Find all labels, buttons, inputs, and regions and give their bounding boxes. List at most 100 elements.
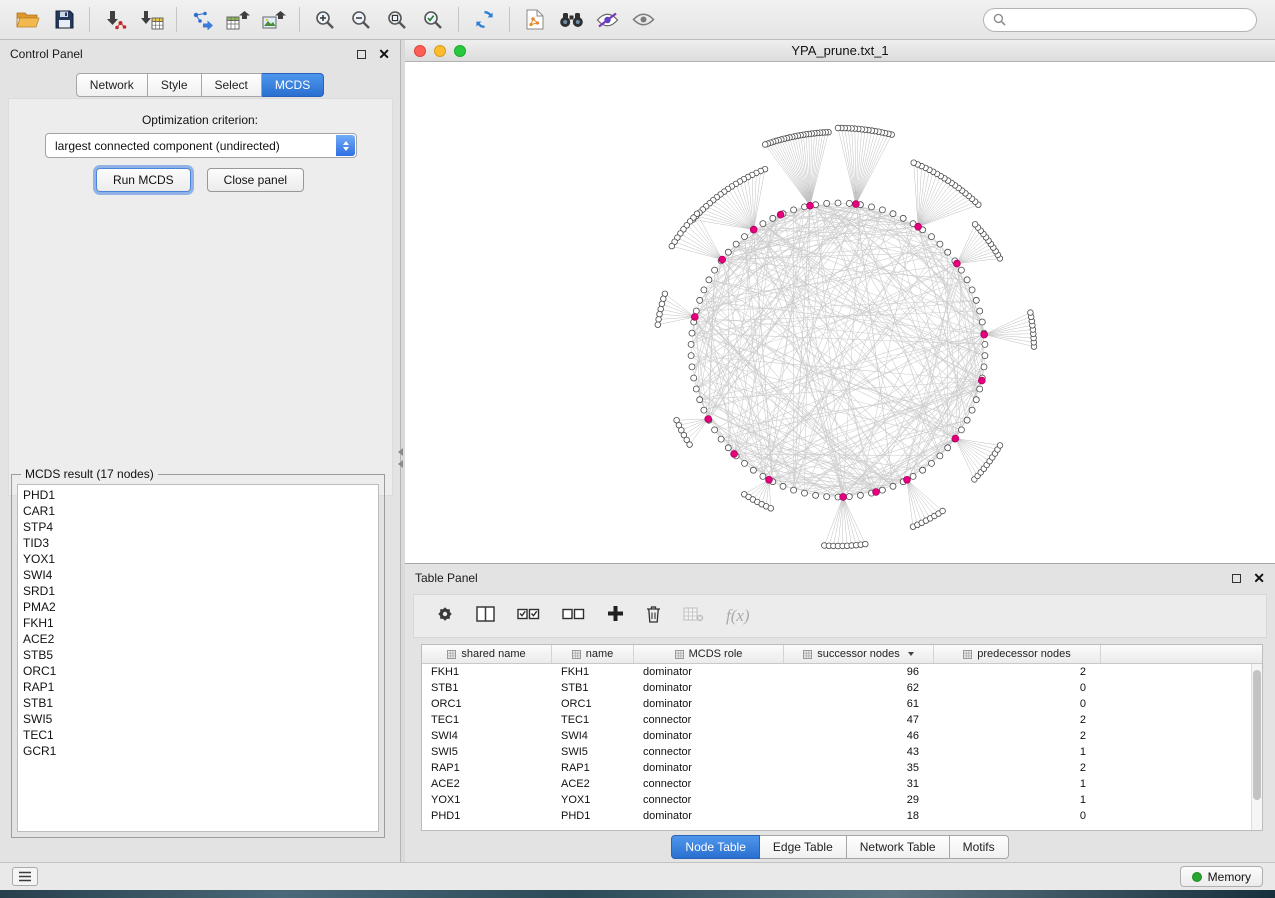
mcds-result-item[interactable]: TID3	[23, 535, 373, 551]
run-mcds-button[interactable]: Run MCDS	[96, 168, 191, 192]
deselect-all-button[interactable]	[562, 606, 585, 627]
mcds-result-item[interactable]: ORC1	[23, 663, 373, 679]
search-box[interactable]	[983, 8, 1257, 32]
export-table-button[interactable]	[220, 5, 256, 35]
save-button[interactable]	[46, 5, 82, 35]
mcds-result-item[interactable]: RAP1	[23, 679, 373, 695]
tab-network-table[interactable]: Network Table	[847, 835, 950, 859]
export-network-button[interactable]	[184, 5, 220, 35]
zoom-in-button[interactable]	[307, 5, 343, 35]
network-window-titlebar[interactable]: YPA_prune.txt_1	[405, 40, 1275, 62]
column-header-shared-name[interactable]: shared name	[422, 645, 552, 663]
table-row[interactable]: PHD1PHD1dominator180	[422, 808, 1262, 824]
mcds-result-item[interactable]: SWI4	[23, 567, 373, 583]
tab-style[interactable]: Style	[148, 73, 202, 97]
mcds-result-item[interactable]: TEC1	[23, 727, 373, 743]
table-cell: 46	[784, 730, 934, 742]
refresh-button[interactable]	[466, 5, 502, 35]
table-row[interactable]: STB1STB1dominator620	[422, 680, 1262, 696]
tab-motifs[interactable]: Motifs	[950, 835, 1009, 859]
column-header-MCDS-role[interactable]: MCDS role	[634, 645, 784, 663]
import-network-button[interactable]	[97, 5, 133, 35]
table-row[interactable]: SWI4SWI4dominator462	[422, 728, 1262, 744]
tab-network[interactable]: Network	[76, 73, 148, 97]
table-row[interactable]: TEC1TEC1connector472	[422, 712, 1262, 728]
share-document-button[interactable]	[517, 5, 553, 35]
tab-mcds[interactable]: MCDS	[262, 73, 324, 97]
scrollbar-thumb[interactable]	[1253, 670, 1261, 800]
mcds-result-item[interactable]: GCR1	[23, 743, 373, 759]
clear-table-button-disabled	[683, 606, 704, 627]
table-cell: connector	[634, 794, 784, 806]
gear-icon	[436, 605, 454, 623]
show-columns-button[interactable]	[476, 606, 495, 627]
search-input[interactable]	[1012, 13, 1247, 27]
table-settings-button[interactable]	[436, 605, 454, 628]
close-table-panel-icon[interactable]: ✕	[1253, 571, 1265, 585]
zoom-fit-button[interactable]	[379, 5, 415, 35]
mcds-result-item[interactable]: STB1	[23, 695, 373, 711]
table-cell: 35	[784, 762, 934, 774]
table-row[interactable]: RAP1RAP1dominator352	[422, 760, 1262, 776]
float-table-panel-icon[interactable]	[1232, 574, 1241, 583]
mcds-result-item[interactable]: STB5	[23, 647, 373, 663]
table-cell: 1	[934, 778, 1101, 790]
zoom-out-button[interactable]	[343, 5, 379, 35]
optimization-dropdown[interactable]: largest connected component (undirected)	[45, 133, 357, 158]
task-history-button[interactable]	[12, 867, 38, 886]
close-panel-button[interactable]: Close panel	[207, 168, 304, 192]
mcds-result-list[interactable]: PHD1CAR1STP4TID3YOX1SWI4SRD1PMA2FKH1ACE2…	[17, 484, 379, 832]
optimization-label: Optimization criterion:	[0, 113, 400, 127]
import-table-button[interactable]	[133, 5, 169, 35]
mcds-result-item[interactable]: PHD1	[23, 487, 373, 503]
search-network-button[interactable]	[553, 5, 589, 35]
export-image-icon	[262, 10, 287, 30]
table-cell: TEC1	[552, 714, 634, 726]
float-panel-icon[interactable]	[357, 50, 366, 59]
style-eye-icon	[596, 12, 619, 28]
table-cell: 2	[934, 762, 1101, 774]
sort-chevron-icon	[908, 652, 914, 656]
share-document-icon	[526, 9, 544, 30]
tab-edge-table[interactable]: Edge Table	[760, 835, 847, 859]
column-header-predecessor-nodes[interactable]: predecessor nodes	[934, 645, 1101, 663]
table-row[interactable]: YOX1YOX1connector291	[422, 792, 1262, 808]
export-image-button[interactable]	[256, 5, 292, 35]
mcds-result-item[interactable]: SRD1	[23, 583, 373, 599]
node-table: shared namenameMCDS rolesuccessor nodesp…	[421, 644, 1263, 831]
tab-select[interactable]: Select	[202, 73, 262, 97]
style-preview-button[interactable]	[589, 5, 625, 35]
table-cell: dominator	[634, 698, 784, 710]
close-panel-icon[interactable]: ✕	[378, 47, 390, 61]
table-row[interactable]: FKH1FKH1dominator962	[422, 664, 1262, 680]
function-builder-button-disabled: f(x)	[726, 606, 750, 626]
tab-node-table[interactable]: Node Table	[671, 835, 760, 859]
network-canvas[interactable]	[405, 62, 1273, 563]
mcds-result-item[interactable]: SWI5	[23, 711, 373, 727]
zoom-selected-button[interactable]	[415, 5, 451, 35]
mcds-result-item[interactable]: YOX1	[23, 551, 373, 567]
table-row[interactable]: SWI5SWI5connector431	[422, 744, 1262, 760]
table-cell: SWI4	[552, 730, 634, 742]
mcds-result-item[interactable]: STP4	[23, 519, 373, 535]
mcds-result-item[interactable]: PMA2	[23, 599, 373, 615]
desktop-background-strip	[0, 890, 1275, 898]
column-header-successor-nodes[interactable]: successor nodes	[784, 645, 934, 663]
mcds-result-item[interactable]: FKH1	[23, 615, 373, 631]
show-details-button[interactable]	[625, 5, 661, 35]
table-row[interactable]: ACE2ACE2connector311	[422, 776, 1262, 792]
memory-button[interactable]: Memory	[1180, 866, 1263, 887]
mcds-result-item[interactable]: CAR1	[23, 503, 373, 519]
column-grid-icon	[572, 650, 581, 659]
delete-column-button[interactable]	[646, 605, 661, 628]
open-file-button[interactable]	[10, 5, 46, 35]
select-all-button[interactable]	[517, 606, 540, 627]
table-row[interactable]: ORC1ORC1dominator610	[422, 696, 1262, 712]
column-header-name[interactable]: name	[552, 645, 634, 663]
add-column-button[interactable]	[607, 605, 624, 627]
table-scrollbar[interactable]	[1251, 664, 1262, 830]
mcds-result-item[interactable]: ACE2	[23, 631, 373, 647]
save-icon	[55, 10, 74, 29]
column-grid-icon	[447, 650, 456, 659]
memory-status-icon	[1192, 872, 1202, 882]
